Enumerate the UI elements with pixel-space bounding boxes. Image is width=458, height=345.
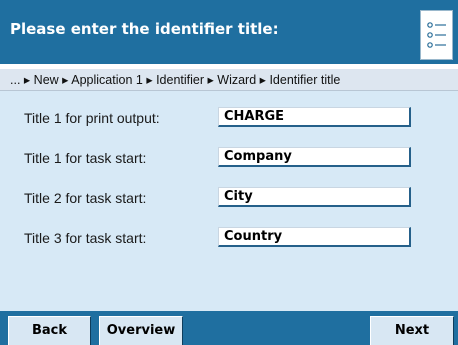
row-label: Title 1 for task start: [24, 150, 147, 166]
row-label: Title 2 for task start: [24, 190, 147, 206]
title2-task-field[interactable]: City [218, 187, 411, 207]
title1-task-field[interactable]: Company [218, 147, 411, 167]
content-area: Title 1 for print output: CHARGE Title 1… [0, 91, 458, 311]
list-icon [427, 22, 446, 48]
row-title3-task: Title 3 for task start: Country [0, 227, 458, 249]
back-button[interactable]: Back [8, 316, 91, 345]
breadcrumb-ellipsis[interactable]: ... [10, 73, 20, 87]
breadcrumb-separator-icon: ▸ [259, 73, 266, 87]
overview-button[interactable]: Overview [99, 316, 183, 345]
footer-bar: Back Overview Next [0, 311, 458, 345]
row-title2-task: Title 2 for task start: City [0, 187, 458, 209]
row-title1-print: Title 1 for print output: CHARGE [0, 107, 458, 129]
breadcrumb-item-application[interactable]: Application 1 [71, 73, 143, 87]
list-menu-button[interactable] [420, 10, 453, 60]
row-title1-task: Title 1 for task start: Company [0, 147, 458, 169]
header-bar: Please enter the identifier title: [0, 0, 458, 64]
breadcrumb-item-wizard[interactable]: Wizard [217, 73, 256, 87]
breadcrumb-item-identifier[interactable]: Identifier [156, 73, 204, 87]
row-label: Title 3 for task start: [24, 230, 147, 246]
breadcrumb-item-identifier-title: Identifier title [269, 73, 341, 87]
breadcrumb-separator-icon: ▸ [23, 73, 31, 87]
next-button[interactable]: Next [370, 316, 454, 345]
breadcrumb-separator-icon: ▸ [146, 73, 153, 87]
page-title: Please enter the identifier title: [10, 20, 279, 38]
breadcrumb-item-new[interactable]: New [34, 73, 59, 87]
row-label: Title 1 for print output: [24, 110, 160, 126]
breadcrumb-separator-icon: ▸ [62, 73, 69, 87]
breadcrumb: ... ▸ New ▸ Application 1 ▸ Identifier ▸… [0, 69, 458, 91]
title1-print-field[interactable]: CHARGE [218, 107, 411, 127]
title3-task-field[interactable]: Country [218, 227, 411, 247]
breadcrumb-separator-icon: ▸ [207, 73, 214, 87]
